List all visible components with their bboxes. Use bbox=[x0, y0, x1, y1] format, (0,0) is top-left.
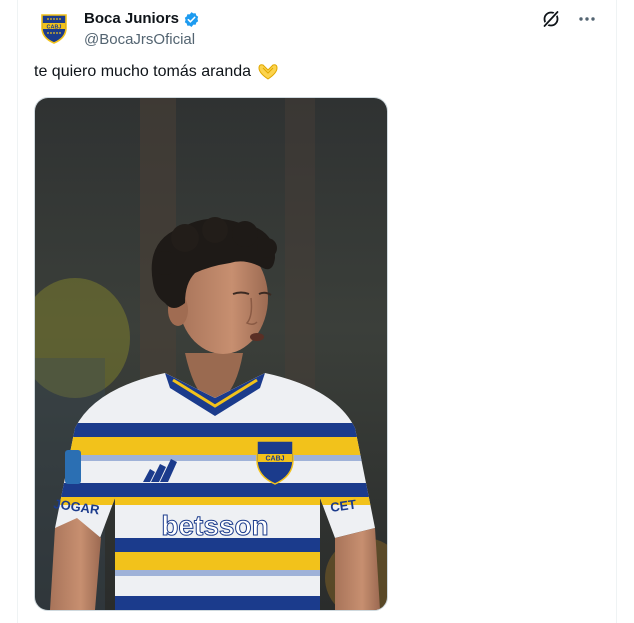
account-names: Boca Juniors @BocaJrsOficial bbox=[84, 10, 200, 49]
tweet-actions-top bbox=[540, 8, 598, 30]
display-name-row: Boca Juniors bbox=[84, 10, 200, 28]
jersey-crest-text: CABJ bbox=[265, 456, 284, 463]
tweet-photo[interactable]: CABJ betsson JOGAR CET bbox=[34, 97, 388, 611]
avatar[interactable]: CABJ bbox=[38, 12, 70, 44]
heart-hands-icon bbox=[257, 63, 279, 81]
tweet-header: CABJ Boca Juniors @BocaJrsOficial bbox=[38, 10, 200, 49]
tweet-text-content: te quiero mucho tomás aranda bbox=[34, 63, 252, 80]
account-handle[interactable]: @BocaJrsOficial bbox=[84, 31, 200, 49]
tweet-card: CABJ Boca Juniors @BocaJrsOficial te qui… bbox=[17, 0, 617, 623]
verified-badge-icon bbox=[183, 11, 200, 28]
jersey-sponsor: betsson bbox=[161, 510, 268, 541]
player-photo: CABJ betsson JOGAR CET bbox=[35, 98, 387, 610]
boca-crest-icon: CABJ bbox=[41, 14, 67, 44]
grok-icon[interactable] bbox=[540, 8, 562, 30]
sleeve-patch-icon bbox=[65, 450, 81, 484]
avatar-crest-text: CABJ bbox=[47, 24, 62, 30]
more-options-icon[interactable] bbox=[576, 8, 598, 30]
tweet-text: te quiero mucho tomás aranda bbox=[34, 63, 279, 81]
display-name[interactable]: Boca Juniors bbox=[84, 10, 179, 28]
